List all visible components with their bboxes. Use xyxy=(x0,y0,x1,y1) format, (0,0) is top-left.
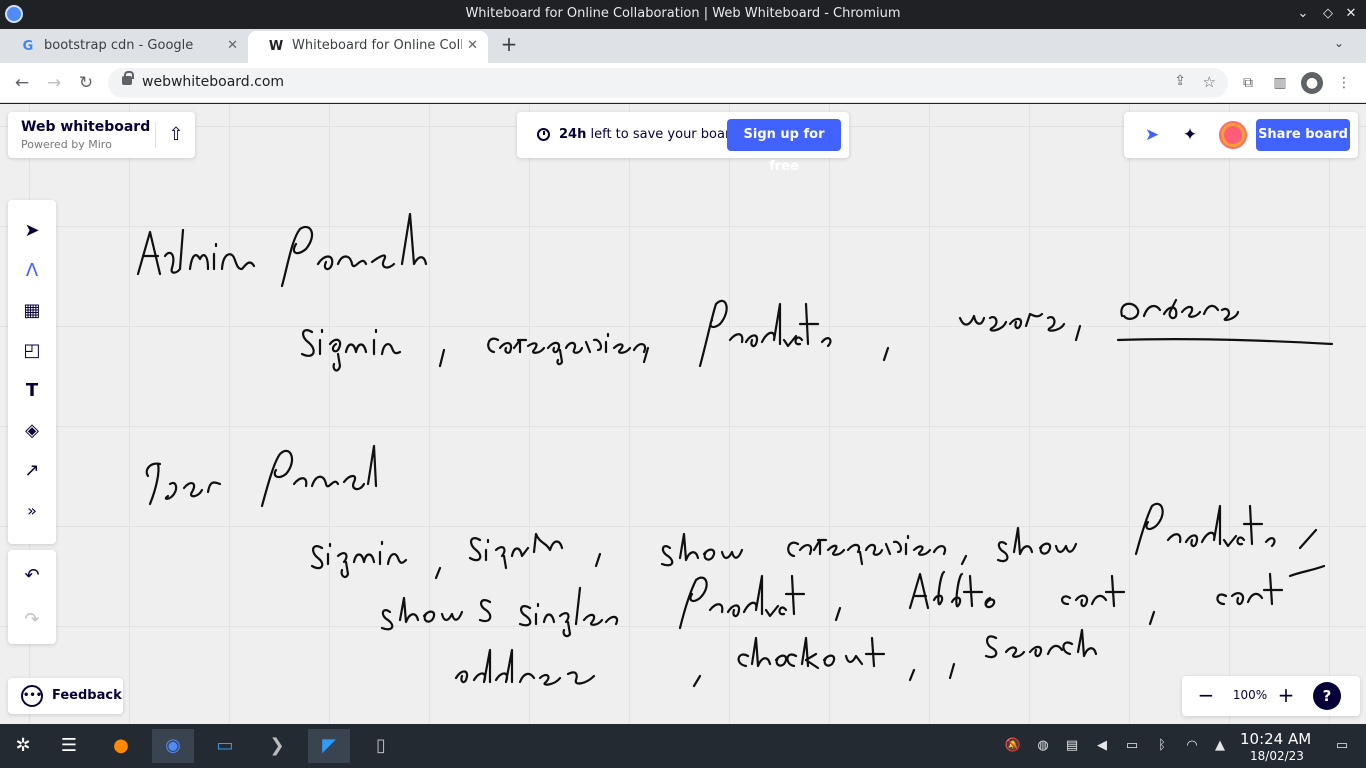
tab-label: Whiteboard for Online Collaboration xyxy=(292,38,462,53)
app-launcher-icon[interactable]: ✲ xyxy=(2,729,44,763)
ink-admin-items xyxy=(300,298,1334,372)
select-icon[interactable]: ➤ xyxy=(20,219,44,243)
celebrate-icon[interactable]: ✦ xyxy=(1178,123,1202,147)
text-icon[interactable]: T xyxy=(20,379,44,403)
lock-icon xyxy=(122,71,134,85)
tray-expand-icon[interactable]: ▲ xyxy=(1210,736,1230,756)
close-tab-icon[interactable]: ✕ xyxy=(227,31,238,61)
shapes-icon[interactable]: ◈ xyxy=(20,419,44,443)
tab-search-icon[interactable]: ⌄ xyxy=(1334,36,1344,50)
bookmark-star-icon[interactable]: ☆ xyxy=(1203,73,1216,91)
extensions-icon[interactable]: ⧉ xyxy=(1237,72,1259,94)
chromium-taskbar-icon[interactable]: ◉ xyxy=(152,729,194,763)
tab-label: bootstrap cdn - Google Search xyxy=(44,38,194,53)
share-panel: ➤ ✦ Share board xyxy=(1124,112,1358,158)
whiteboard-favicon: W xyxy=(268,39,284,54)
settings-icon[interactable]: ☰ xyxy=(48,729,90,763)
ink-user-items xyxy=(310,502,1326,688)
save-notice: 24h left to save your board. Sign up for… xyxy=(517,112,849,174)
arrow-icon[interactable]: ↗ xyxy=(20,459,44,483)
save-message: 24h left to save your board. xyxy=(559,127,743,142)
brand-name: Web whiteboard xyxy=(21,119,151,135)
brand-subtitle: Powered by Miro xyxy=(21,138,112,151)
address-bar[interactable]: webwhiteboard.com ⇪ ☆ xyxy=(108,68,1228,98)
vscode-icon[interactable]: ◤ xyxy=(308,729,350,763)
notification-icon[interactable]: 🔕 xyxy=(1003,736,1023,756)
feedback-button[interactable]: ••• Feedback xyxy=(8,678,123,714)
wifi-icon[interactable]: ◠ xyxy=(1182,736,1202,756)
zoom-level: 100% xyxy=(1232,688,1268,702)
close-window-icon[interactable]: ✕ xyxy=(1341,4,1361,24)
zoom-in-button[interactable]: + xyxy=(1274,683,1298,707)
reload-icon[interactable]: ↻ xyxy=(74,71,98,95)
taskbar-date[interactable]: 18/02/23 xyxy=(1250,749,1304,763)
taskbar-time[interactable]: 10:24 AM xyxy=(1240,730,1311,748)
clock-icon xyxy=(537,128,550,141)
tab-google-search[interactable]: G bootstrap cdn - Google Search ✕ xyxy=(0,31,248,63)
help-button[interactable]: ? xyxy=(1313,682,1341,710)
redo-icon[interactable]: ↷ xyxy=(20,608,44,632)
minimize-icon[interactable]: ⌄ xyxy=(1293,4,1313,24)
ink-admin-panel xyxy=(138,212,428,288)
upload-icon[interactable]: ⇧ xyxy=(164,123,188,147)
battery-icon[interactable]: ▭ xyxy=(1122,736,1142,756)
back-icon[interactable]: ← xyxy=(10,71,34,95)
file-manager-icon[interactable]: ▭ xyxy=(204,729,246,763)
feedback-icon: ••• xyxy=(21,685,43,707)
handwriting-layer xyxy=(0,212,1334,688)
browser-toolbar: ← → ↻ webwhiteboard.com ⇪ ☆ ⧉ ▥ ● ⋮ xyxy=(0,63,1366,103)
profile-icon[interactable]: ● xyxy=(1301,72,1323,94)
share-icon[interactable]: ⇪ xyxy=(1174,73,1186,89)
clipboard-icon[interactable]: ▤ xyxy=(1062,736,1082,756)
new-tab-button[interactable]: + xyxy=(498,33,520,55)
maximize-icon[interactable]: ◇ xyxy=(1318,4,1338,24)
menu-icon[interactable]: ⋮ xyxy=(1333,72,1355,94)
close-tab-icon[interactable]: ✕ xyxy=(467,31,478,61)
undo-icon[interactable]: ↶ xyxy=(20,564,44,588)
template-icon[interactable]: ▦ xyxy=(20,299,44,323)
toolbar-panel: ➤ Λ ▦ ◰ T ◈ ↗ » xyxy=(8,200,56,544)
forward-icon[interactable]: → xyxy=(42,71,66,95)
sticky-note-icon[interactable]: ◰ xyxy=(20,339,44,363)
brand-panel: Web whiteboard Powered by Miro ⇧ xyxy=(8,112,195,158)
ink-user-panel xyxy=(145,444,378,508)
whiteboard-canvas[interactable]: Web whiteboard Powered by Miro ⇧ 24h lef… xyxy=(0,104,1366,724)
firefox-icon[interactable]: ● xyxy=(100,729,142,763)
url-text: webwhiteboard.com xyxy=(142,74,285,90)
pen-icon[interactable]: Λ xyxy=(20,259,44,283)
more-icon[interactable]: » xyxy=(20,499,44,523)
cursor-tracking-icon[interactable]: ➤ xyxy=(1140,123,1164,147)
avatar[interactable] xyxy=(1219,121,1247,149)
zoom-panel: − 100% + ? xyxy=(1182,676,1360,716)
window-titlebar: Whiteboard for Online Collaboration | We… xyxy=(0,0,1366,29)
volume-icon[interactable]: ◀ xyxy=(1092,736,1112,756)
show-desktop-icon[interactable]: ▭ xyxy=(1332,736,1352,756)
zoom-out-button[interactable]: − xyxy=(1194,683,1218,707)
feedback-label: Feedback xyxy=(52,688,122,703)
divider xyxy=(155,122,156,148)
tab-strip: G bootstrap cdn - Google Search ✕ W Whit… xyxy=(0,29,1366,63)
terminal-icon[interactable]: ❯ xyxy=(256,729,298,763)
window-title: Whiteboard for Online Collaboration | We… xyxy=(465,6,901,21)
share-board-button[interactable]: Share board xyxy=(1256,119,1350,151)
side-panel-icon[interactable]: ▥ xyxy=(1269,72,1291,94)
taskbar: ✲ ☰ ● ◉ ▭ ❯ ◤ ▯ 🔕 ◍ ▤ ◀ ▭ ᛒ ◠ ▲ 10:24 AM… xyxy=(0,724,1366,768)
bluetooth-icon[interactable]: ᛒ xyxy=(1152,736,1172,756)
notes-icon[interactable]: ▯ xyxy=(360,729,402,763)
tab-whiteboard[interactable]: W Whiteboard for Online Collaboration ✕ xyxy=(248,31,488,63)
history-panel: ↶ ↷ xyxy=(8,550,56,644)
sign-up-button[interactable]: Sign up for free xyxy=(727,119,841,174)
system-monitor-icon[interactable]: ◍ xyxy=(1033,736,1053,756)
google-icon: G xyxy=(22,39,34,54)
